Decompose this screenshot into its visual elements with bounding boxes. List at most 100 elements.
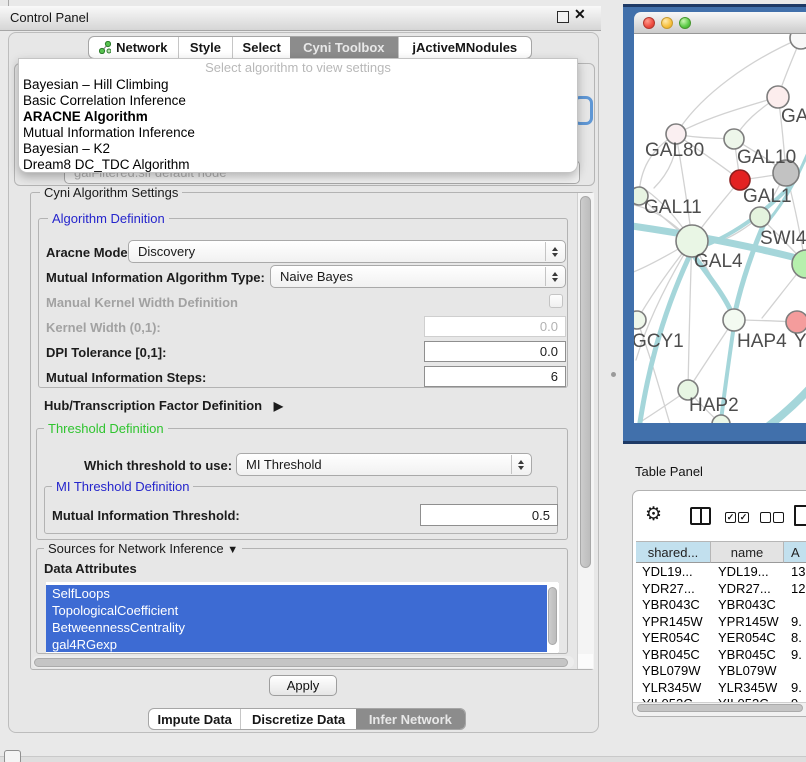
table-row[interactable]: YER054CYER054C8.	[636, 630, 806, 647]
attribute-item[interactable]: TopologicalCoefficient	[46, 602, 547, 619]
algorithm-option[interactable]: Dream8 DC_TDC Algorithm	[19, 157, 577, 173]
attributes-scrollbar-thumb[interactable]	[548, 587, 557, 645]
tab-label: Discretize Data	[252, 712, 345, 727]
table-cell: YBR045C	[718, 647, 776, 664]
network-node[interactable]	[723, 309, 745, 331]
cyni-settings-title: Cyni Algorithm Settings	[40, 185, 182, 200]
apply-button[interactable]: Apply	[269, 675, 337, 696]
control-panel-titlebar: Control Panel	[0, 6, 601, 31]
node-label: HAP4	[737, 331, 787, 352]
kernel-width-field[interactable]: 0.0	[424, 316, 566, 337]
table-cell: 12	[791, 581, 805, 598]
network-edge	[750, 386, 806, 423]
table-cell: YBR043C	[642, 597, 700, 614]
network-canvas[interactable]: GALGAL80GAL10GAL1GAL11SWI4GAL4GCY1HAP4YH…	[634, 34, 806, 423]
algorithm-definition-title: Algorithm Definition	[48, 211, 169, 226]
table-row[interactable]: YDL19...YDL19...13	[636, 564, 806, 581]
table-row[interactable]: YDR27...YDR27...12	[636, 581, 806, 598]
split-columns-icon[interactable]	[690, 507, 711, 525]
table-row[interactable]: YBL079WYBL079W	[636, 663, 806, 680]
dpi-tolerance-field[interactable]: 0.0	[424, 341, 566, 362]
sources-toggle[interactable]: Sources for Network Inference ▼	[44, 541, 242, 558]
tab-discretize-data[interactable]: Discretize Data	[240, 709, 355, 729]
table-cell: YPR145W	[642, 614, 703, 631]
minimized-panel-icon[interactable]	[4, 750, 21, 762]
table-cell: YLR345W	[718, 680, 777, 697]
network-node[interactable]	[712, 415, 730, 423]
tab-cyni-toolbox[interactable]: Cyni Toolbox	[290, 37, 398, 58]
network-window-titlebar[interactable]	[634, 12, 806, 34]
mi-steps-field[interactable]: 6	[424, 366, 566, 387]
network-node[interactable]	[634, 311, 646, 329]
select-all-checkbox-icon[interactable]: ✓	[725, 512, 736, 523]
deselect-all-checkbox-icon[interactable]	[773, 512, 784, 523]
network-node[interactable]	[790, 34, 806, 49]
table-cell: 9.	[791, 614, 802, 631]
algorithm-option[interactable]: Bayesian – K2	[19, 141, 577, 157]
node-label: GAL4	[694, 251, 743, 272]
algorithm-option[interactable]: ARACNE Algorithm	[19, 109, 577, 125]
combobox-value: Discovery	[138, 244, 195, 259]
network-node[interactable]	[786, 311, 806, 333]
table-cell: 8.	[791, 630, 802, 647]
network-icon	[99, 41, 111, 54]
mi-threshold-field[interactable]: 0.5	[420, 504, 558, 526]
tab-style[interactable]: Style	[178, 37, 233, 58]
table-row[interactable]: YLR345WYLR345W9.	[636, 680, 806, 697]
minimize-window-button[interactable]	[661, 17, 673, 29]
table-row[interactable]: YBR045CYBR045C9.	[636, 647, 806, 664]
tab-select[interactable]: Select	[232, 37, 290, 58]
zoom-window-button[interactable]	[679, 17, 691, 29]
table-cell: YER054C	[642, 630, 700, 647]
network-node[interactable]	[724, 129, 744, 149]
gear-icon[interactable]: ⚙	[645, 505, 662, 524]
threshold-definition-title: Threshold Definition	[44, 421, 168, 436]
settings-scrollbar-thumb[interactable]	[580, 196, 591, 568]
column-header[interactable]: name	[711, 541, 784, 563]
splitter-handle[interactable]	[611, 372, 616, 377]
kernel-width-label: Kernel Width (0,1):	[46, 320, 161, 335]
close-icon[interactable]: ✕	[574, 6, 586, 23]
select-all-checkbox-icon[interactable]: ✓	[738, 512, 749, 523]
attribute-item[interactable]: gal4RGexp	[46, 636, 547, 653]
table-hscrollbar-thumb[interactable]	[637, 704, 803, 712]
network-graph: GALGAL80GAL10GAL1GAL11SWI4GAL4GCY1HAP4YH…	[634, 34, 806, 423]
column-header[interactable]: A	[784, 541, 806, 563]
which-threshold-label: Which threshold to use:	[84, 458, 232, 473]
aracne-mode-label: Aracne Mode:	[46, 245, 132, 260]
algorithm-option[interactable]: Basic Correlation Inference	[19, 93, 577, 109]
table-cell: YPR145W	[718, 614, 779, 631]
table-cell: YDL19...	[718, 564, 769, 581]
deselect-all-checkbox-icon[interactable]	[760, 512, 771, 523]
network-node[interactable]	[750, 207, 770, 227]
network-node[interactable]	[767, 86, 789, 108]
table-row[interactable]: YBR043CYBR043C	[636, 597, 806, 614]
column-header[interactable]: shared...	[636, 541, 711, 563]
attribute-item[interactable]: BetweennessCentrality	[46, 619, 547, 636]
tab-infer-network[interactable]: Infer Network	[356, 709, 465, 729]
tab-network[interactable]: Network	[89, 37, 178, 58]
table-row[interactable]: YPR145W YPR145W 9.	[636, 614, 806, 631]
manual-kernel-label: Manual Kernel Width Definition	[46, 295, 238, 310]
settings-hscrollbar-thumb[interactable]	[34, 658, 568, 667]
tab-label: Infer Network	[369, 712, 452, 727]
aracne-mode-combobox[interactable]: Discovery	[128, 240, 566, 263]
algorithm-option[interactable]: Bayesian – Hill Climbing	[19, 77, 577, 93]
algorithm-option[interactable]: Mutual Information Inference	[19, 125, 577, 141]
new-table-icon[interactable]	[794, 505, 806, 526]
tab-jactivemnodules[interactable]: jActiveMNodules	[398, 37, 531, 58]
hub-definition-toggle[interactable]: Hub/Transcription Factor Definition ▶	[44, 398, 283, 413]
table-cell: YLR345W	[642, 680, 701, 697]
which-threshold-combobox[interactable]: MI Threshold	[236, 453, 532, 476]
network-edge	[676, 97, 778, 134]
mi-type-combobox[interactable]: Naive Bayes	[270, 265, 566, 288]
manual-kernel-checkbox[interactable]	[549, 294, 563, 308]
attribute-item[interactable]: SelfLoops	[46, 585, 547, 602]
node-label: GCY1	[634, 331, 684, 352]
table-cell: YDR27...	[718, 581, 771, 598]
tab-impute-data[interactable]: Impute Data	[149, 709, 240, 729]
node-label: GAL	[781, 106, 806, 127]
table-cell: 13	[791, 564, 805, 581]
float-window-icon[interactable]	[557, 11, 569, 23]
close-window-button[interactable]	[643, 17, 655, 29]
